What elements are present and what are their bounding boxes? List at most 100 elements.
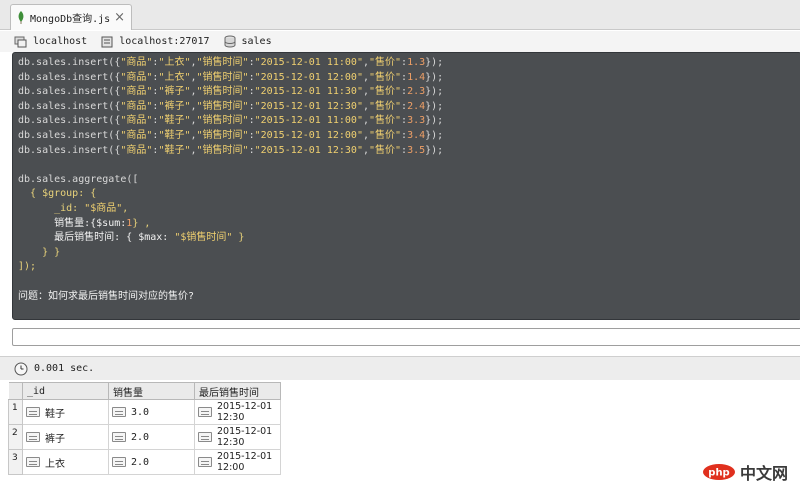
code-suffix: }); [425,100,444,112]
row-number: 3 [8,449,23,475]
query-input[interactable] [12,328,800,346]
code-price-key: "售价" [369,86,402,98]
code-product-key: "商品" [120,71,153,83]
code-price: 3.3 [407,115,426,127]
connection-server[interactable]: localhost:27017 [101,36,210,48]
code-time: "2015-12-01 12:00" [254,71,363,83]
id-line: _id: "$商品", [18,202,800,217]
cell-qty-value: 2.0 [131,456,150,468]
database-label: sales [241,36,272,47]
code-product: "上衣" [158,71,191,83]
insert-line: db.sales.insert({"商品":"上衣","销售时间":"2015-… [18,71,800,86]
code-aggregate-close: ]); [18,261,37,273]
cell-time[interactable]: 2015-12-01 12:30 [194,424,281,450]
string-type-icon [198,407,212,417]
table-row[interactable]: 1 鞋子 3.0 2015-12-01 12:30 [8,399,281,425]
code-prefix: db.sales.insert({ [18,129,121,141]
cell-qty[interactable]: 2.0 [108,424,195,450]
code-price-key: "售价" [369,144,402,156]
code-suffix: }); [425,57,444,68]
column-header-qty[interactable]: 销售量 [108,382,195,400]
code-product-key: "商品" [120,100,153,112]
code-time-key: "销售时间" [196,129,249,141]
code-product-key: "商品" [120,144,153,156]
cell-time[interactable]: 2015-12-01 12:00 [194,449,281,475]
string-type-icon [26,407,40,417]
row-number: 1 [8,399,23,425]
code-product: "鞋子" [158,115,191,127]
close-icon[interactable]: × [114,11,125,24]
php-logo-icon: php [703,464,735,480]
number-type-icon [112,432,126,442]
code-suffix: }); [425,71,444,83]
connection-database[interactable]: sales [224,35,272,48]
script-editor[interactable]: db.sales.insert({"商品":"上衣","销售时间":"2015-… [12,52,800,320]
php-logo-text: php [708,468,729,479]
time-line: 最后销售时间: { $max: "$销售时间" } [18,231,800,246]
code-price-key: "售价" [369,115,402,127]
results-table: _id 销售量 最后销售时间 1 鞋子 3.0 2015-12-01 12:30 2 裤子 2… [8,382,281,475]
elapsed-time: 0.001 sec. [34,363,95,374]
cell-time-date: 2015-12-01 [217,401,273,412]
code-time-value: "$销售时间" [174,232,233,244]
aggregate-open-line: db.sales.aggregate([ [18,173,800,188]
column-header-id[interactable]: _id [22,382,109,400]
code-product-key: "商品" [120,57,153,68]
number-type-icon [112,407,126,417]
code-qty-end: } , [132,217,151,229]
code-id-end: , [122,202,129,214]
code-price-key: "售价" [369,71,402,83]
table-row[interactable]: 3 上衣 2.0 2015-12-01 12:00 [8,449,281,475]
code-product: "上衣" [158,57,191,68]
tab-title: MongoDb查询.js [30,14,111,25]
qty-line: 销售量:{$sum:1} , [18,217,800,232]
code-time: "2015-12-01 11:00" [254,115,363,127]
code-id-key: _id: [18,202,85,214]
code-product: "裤子" [158,86,191,98]
code-price-key: "售价" [369,57,402,68]
code-suffix: }); [425,144,444,156]
watermark-text: 中文网 [740,464,789,483]
group-close-line: } } [18,246,800,261]
number-type-icon [112,457,126,467]
question-line: 问题：如何求最后销售时间对应的售价? [18,290,800,305]
cell-time-date: 2015-12-01 [217,426,273,437]
group-open-line: { $group: { [18,187,800,202]
cell-id[interactable]: 裤子 [22,424,109,450]
code-time-key: 最后销售时间: { $max: [18,232,175,244]
code-time-key: "销售时间" [196,57,249,68]
column-header-time[interactable]: 最后销售时间 [194,382,281,400]
code-price: 2.3 [407,86,426,98]
table-row[interactable]: 2 裤子 2.0 2015-12-01 12:30 [8,424,281,450]
cell-id[interactable]: 鞋子 [22,399,109,425]
insert-line: db.sales.insert({"商品":"裤子","销售时间":"2015-… [18,100,800,115]
connection-host[interactable]: localhost [14,36,87,48]
code-time-key: "销售时间" [196,115,249,127]
clock-icon [14,362,28,375]
code-time: "2015-12-01 11:00" [254,57,363,68]
mongodb-leaf-icon [18,11,24,24]
cell-qty[interactable]: 2.0 [108,449,195,475]
code-aggregate-open: db.sales.aggregate([ [18,173,139,185]
database-icon [224,35,235,48]
cell-id[interactable]: 上衣 [22,449,109,475]
code-product: "裤子" [158,100,191,112]
code-qty-key: 销售量:{$sum: [18,217,127,229]
cell-time-clock: 12:30 [217,412,245,423]
code-time: "2015-12-01 12:30" [254,144,363,156]
server-label: localhost:27017 [119,36,210,47]
cell-time-clock: 12:00 [217,462,245,473]
code-prefix: db.sales.insert({ [18,57,121,68]
cell-time[interactable]: 2015-12-01 12:30 [194,399,281,425]
code-price: 1.4 [407,71,426,83]
code-time-key: "销售时间" [196,100,249,112]
string-type-icon [26,432,40,442]
tab-mongodb-query[interactable]: MongoDb查询.js × [10,4,132,30]
string-type-icon [26,457,40,467]
string-type-icon [198,432,212,442]
code-product-key: "商品" [120,86,153,98]
cell-qty[interactable]: 3.0 [108,399,195,425]
code-suffix: }); [425,115,444,127]
cell-qty-value: 2.0 [131,431,150,443]
